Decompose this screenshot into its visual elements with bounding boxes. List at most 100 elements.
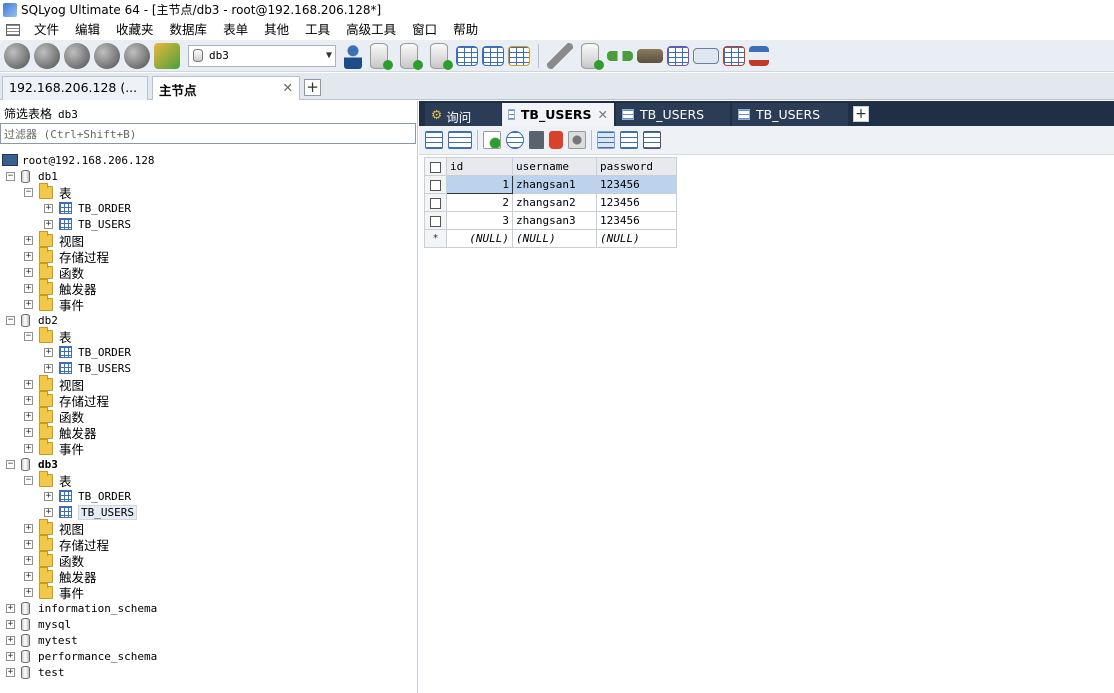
- cancel-changes-icon[interactable]: [568, 131, 586, 149]
- table-data-tab[interactable]: TB_USERS: [616, 103, 730, 126]
- tree-tables-folder[interactable]: − 表: [24, 470, 72, 489]
- expand-icon[interactable]: +: [6, 635, 15, 645]
- menu-database[interactable]: 数据库: [162, 19, 216, 40]
- new-connection-icon[interactable]: [4, 42, 30, 69]
- tree-root[interactable]: root@192.168.206.128: [2, 152, 154, 168]
- expand-icon[interactable]: +: [44, 507, 53, 517]
- expand-icon[interactable]: +: [6, 667, 15, 677]
- filter-input[interactable]: 过滤器 (Ctrl+Shift+B): [0, 123, 416, 144]
- cell-id[interactable]: 3: [446, 211, 513, 230]
- cell-username[interactable]: zhangsan1: [512, 175, 597, 194]
- add-row-icon[interactable]: [483, 131, 501, 149]
- expand-icon[interactable]: +: [24, 283, 33, 293]
- table-data-tab-active[interactable]: TB_USERS ✕: [502, 103, 614, 126]
- duplicate-row-icon[interactable]: [506, 131, 524, 149]
- tree-db-db3[interactable]: − db3: [6, 456, 58, 472]
- column-header-id[interactable]: id: [446, 157, 513, 176]
- collapse-icon[interactable]: −: [24, 331, 33, 341]
- backup-database-icon[interactable]: [430, 42, 453, 70]
- menu-other[interactable]: 其他: [256, 19, 297, 40]
- new-tab-button[interactable]: +: [853, 106, 869, 122]
- sync-icon[interactable]: [607, 50, 633, 61]
- collapse-icon[interactable]: −: [6, 459, 15, 469]
- expand-icon[interactable]: +: [6, 619, 15, 629]
- expand-icon[interactable]: +: [24, 299, 33, 309]
- expand-icon[interactable]: +: [24, 251, 33, 261]
- new-connection-tab-button[interactable]: +: [304, 79, 321, 96]
- tree-db-db1[interactable]: − db1: [6, 168, 58, 184]
- tree-tables-folder[interactable]: − 表: [24, 182, 72, 201]
- table-row[interactable]: 2 zhangsan2 123456: [424, 193, 677, 212]
- tree-folder-item[interactable]: + 事件: [24, 294, 84, 313]
- menu-tools[interactable]: 工具: [297, 19, 338, 40]
- cell-password[interactable]: 123456: [596, 193, 677, 212]
- connect-icon[interactable]: [34, 42, 60, 69]
- execute-all-icon[interactable]: [94, 42, 120, 69]
- menu-table[interactable]: 表单: [215, 19, 256, 40]
- data-sync-icon[interactable]: [723, 45, 745, 66]
- expand-icon[interactable]: +: [24, 235, 33, 245]
- row-checkbox[interactable]: [424, 175, 447, 194]
- form-view-icon[interactable]: [620, 131, 638, 149]
- close-icon[interactable]: ✕: [598, 107, 608, 122]
- expand-icon[interactable]: +: [24, 443, 33, 453]
- query-tab[interactable]: ⚙ 询问: [425, 103, 501, 126]
- refresh-icon[interactable]: [154, 42, 180, 69]
- menu-file[interactable]: 文件: [26, 19, 67, 40]
- tree-table-item[interactable]: + TB_ORDER: [44, 488, 131, 504]
- create-table-icon[interactable]: [456, 45, 478, 66]
- tree-db-item[interactable]: + performance_schema: [6, 648, 157, 664]
- tree-db-db2[interactable]: − db2: [6, 312, 58, 328]
- expand-icon[interactable]: +: [24, 587, 33, 597]
- collapse-icon[interactable]: −: [6, 171, 15, 181]
- cell-password[interactable]: 123456: [596, 175, 677, 194]
- tree-table-item[interactable]: + TB_USERS: [44, 216, 131, 232]
- column-header-password[interactable]: password: [596, 157, 677, 176]
- expand-icon[interactable]: +: [24, 555, 33, 565]
- expand-icon[interactable]: +: [24, 523, 33, 533]
- schema-designer-icon[interactable]: [667, 45, 689, 66]
- user-manager-icon[interactable]: [344, 42, 362, 69]
- table-row[interactable]: 1 zhangsan1 123456: [424, 175, 677, 194]
- expand-icon[interactable]: +: [44, 219, 53, 229]
- expand-icon[interactable]: +: [44, 363, 53, 373]
- cell-id[interactable]: 1: [446, 175, 513, 194]
- insert-row-icon[interactable]: [425, 131, 443, 149]
- schema-sync-icon[interactable]: [749, 45, 769, 66]
- tree-folder-item[interactable]: + 事件: [24, 582, 84, 601]
- collapse-icon[interactable]: −: [24, 475, 33, 485]
- cell-username[interactable]: zhangsan3: [512, 211, 597, 230]
- cell-id[interactable]: 2: [446, 193, 513, 212]
- expand-icon[interactable]: +: [24, 379, 33, 389]
- tree-table-item[interactable]: + TB_ORDER: [44, 344, 131, 360]
- tree-db-item[interactable]: + information_schema: [6, 600, 157, 616]
- cell-username[interactable]: zhangsan2: [512, 193, 597, 212]
- expand-icon[interactable]: +: [24, 411, 33, 421]
- expand-icon[interactable]: +: [24, 539, 33, 549]
- menu-help[interactable]: 帮助: [445, 19, 486, 40]
- execute-query-icon[interactable]: [64, 42, 90, 69]
- table-data-tab[interactable]: TB_USERS: [732, 103, 848, 126]
- expand-icon[interactable]: +: [44, 491, 53, 501]
- export-dropdown-icon[interactable]: [448, 131, 472, 149]
- expand-icon[interactable]: +: [44, 203, 53, 213]
- connection-tab-1[interactable]: 192.168.206.128 (...: [2, 76, 148, 100]
- column-header-username[interactable]: username: [512, 157, 597, 176]
- cell-password[interactable]: 123456: [596, 211, 677, 230]
- connection-tab-2[interactable]: 主节点 ✕: [152, 76, 300, 100]
- cell-id[interactable]: (NULL): [446, 229, 513, 248]
- row-checkbox[interactable]: [424, 211, 447, 230]
- window-menu-icon[interactable]: [6, 23, 20, 36]
- select-all-checkbox[interactable]: [424, 157, 447, 176]
- expand-icon[interactable]: +: [24, 571, 33, 581]
- create-database-icon[interactable]: [370, 42, 393, 70]
- alter-database-icon[interactable]: [400, 42, 423, 70]
- database-select[interactable]: db3 ▼: [188, 44, 336, 67]
- tree-db-item[interactable]: + test: [6, 664, 65, 680]
- expand-icon[interactable]: +: [6, 651, 15, 661]
- delete-icon[interactable]: [549, 131, 563, 149]
- migration-icon[interactable]: [637, 48, 663, 63]
- alter-table-icon[interactable]: [482, 45, 504, 66]
- close-icon[interactable]: ✕: [283, 80, 293, 95]
- tree-db-item[interactable]: + mytest: [6, 632, 78, 648]
